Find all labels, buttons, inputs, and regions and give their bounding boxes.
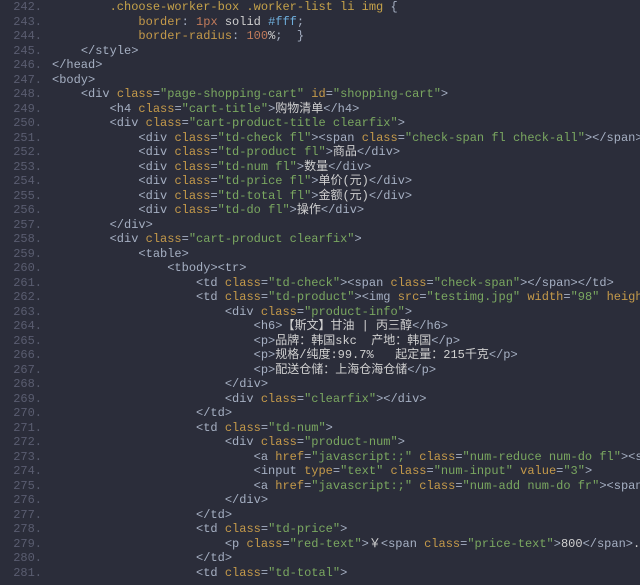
line-number: 267. (0, 363, 42, 378)
line-number: 280. (0, 551, 42, 566)
line-number: 250. (0, 116, 42, 131)
code-line[interactable]: <div class="td-do fl">操作</div> (52, 203, 640, 218)
code-line[interactable]: <table> (52, 247, 640, 262)
line-number: 264. (0, 319, 42, 334)
code-line[interactable]: <div class="td-total fl">金额(元)</div> (52, 189, 640, 204)
line-number: 273. (0, 450, 42, 465)
code-line[interactable]: <a href="javascript:;" class="num-reduce… (52, 450, 640, 465)
line-number: 252. (0, 145, 42, 160)
code-line[interactable]: </div> (52, 377, 640, 392)
code-line[interactable]: <td class="td-product"><img src="testimg… (52, 290, 640, 305)
line-number: 253. (0, 160, 42, 175)
code-line[interactable]: .choose-worker-box .worker-list li img { (52, 0, 640, 15)
line-number: 272. (0, 435, 42, 450)
line-number: 251. (0, 131, 42, 146)
line-number: 279. (0, 537, 42, 552)
code-line[interactable]: <input type="text" class="num-input" val… (52, 464, 640, 479)
line-number: 259. (0, 247, 42, 262)
code-line[interactable]: </div> (52, 493, 640, 508)
code-line[interactable]: <div class="td-check fl"><span class="ch… (52, 131, 640, 146)
line-number: 276. (0, 493, 42, 508)
line-number: 271. (0, 421, 42, 436)
line-number: 260. (0, 261, 42, 276)
code-line[interactable]: <td class="td-check"><span class="check-… (52, 276, 640, 291)
code-area[interactable]: .choose-worker-box .worker-list li img {… (48, 0, 640, 585)
code-line[interactable]: border-radius: 100%; } (52, 29, 640, 44)
line-number: 274. (0, 464, 42, 479)
code-line[interactable]: </td> (52, 551, 640, 566)
code-line[interactable]: <td class="td-price"> (52, 522, 640, 537)
code-line[interactable]: <p>品牌：韩国skc 产地：韩国</p> (52, 334, 640, 349)
code-line[interactable]: <div class="product-info"> (52, 305, 640, 320)
code-line[interactable]: <div class="td-product fl">商品</div> (52, 145, 640, 160)
code-line[interactable]: </div> (52, 218, 640, 233)
code-line[interactable]: </td> (52, 508, 640, 523)
line-number: 269. (0, 392, 42, 407)
line-number: 275. (0, 479, 42, 494)
line-number: 246. (0, 58, 42, 73)
line-number: 278. (0, 522, 42, 537)
code-line[interactable]: </head> (52, 58, 640, 73)
line-number: 277. (0, 508, 42, 523)
code-line[interactable]: <div class="page-shopping-cart" id="shop… (52, 87, 640, 102)
line-number: 265. (0, 334, 42, 349)
code-line[interactable]: <div class="td-num fl">数量</div> (52, 160, 640, 175)
line-number: 266. (0, 348, 42, 363)
code-line[interactable]: <div class="clearfix"></div> (52, 392, 640, 407)
line-number: 255. (0, 189, 42, 204)
line-number: 256. (0, 203, 42, 218)
code-line[interactable]: <td class="td-num"> (52, 421, 640, 436)
line-number: 254. (0, 174, 42, 189)
line-number: 247. (0, 73, 42, 88)
code-line[interactable]: </td> (52, 406, 640, 421)
line-number: 248. (0, 87, 42, 102)
code-line[interactable]: </style> (52, 44, 640, 59)
line-number: 249. (0, 102, 42, 117)
code-editor: 242.243.244.245.246.247.248.249.250.251.… (0, 0, 640, 585)
line-number: 243. (0, 15, 42, 30)
code-line[interactable]: <div class="cart-product-title clearfix"… (52, 116, 640, 131)
code-line[interactable]: <p class="red-text">￥<span class="price-… (52, 537, 640, 552)
line-number: 281. (0, 566, 42, 581)
code-line[interactable]: <div class="cart-product clearfix"> (52, 232, 640, 247)
code-line[interactable]: <div class="td-price fl">单价(元)</div> (52, 174, 640, 189)
line-number: 270. (0, 406, 42, 421)
code-line[interactable]: <tbody><tr> (52, 261, 640, 276)
line-number: 262. (0, 290, 42, 305)
line-number: 258. (0, 232, 42, 247)
code-line[interactable]: <body> (52, 73, 640, 88)
line-number: 257. (0, 218, 42, 233)
line-number: 268. (0, 377, 42, 392)
code-line[interactable]: border: 1px solid #fff; (52, 15, 640, 30)
code-line[interactable]: <h4 class="cart-title">购物清单</h4> (52, 102, 640, 117)
code-line[interactable]: <p>规格/纯度:99.7% 起定量：215千克</p> (52, 348, 640, 363)
code-line[interactable]: <td class="td-total"> (52, 566, 640, 581)
code-line[interactable]: <div class="product-num"> (52, 435, 640, 450)
line-number: 245. (0, 44, 42, 59)
line-number: 244. (0, 29, 42, 44)
code-line[interactable]: <p>配送仓储：上海仓海仓储</p> (52, 363, 640, 378)
code-line[interactable]: <h6>【斯文】甘油 | 丙三醇</h6> (52, 319, 640, 334)
line-gutter: 242.243.244.245.246.247.248.249.250.251.… (0, 0, 48, 585)
line-number: 242. (0, 0, 42, 15)
code-line[interactable]: <a href="javascript:;" class="num-add nu… (52, 479, 640, 494)
line-number: 261. (0, 276, 42, 291)
line-number: 263. (0, 305, 42, 320)
